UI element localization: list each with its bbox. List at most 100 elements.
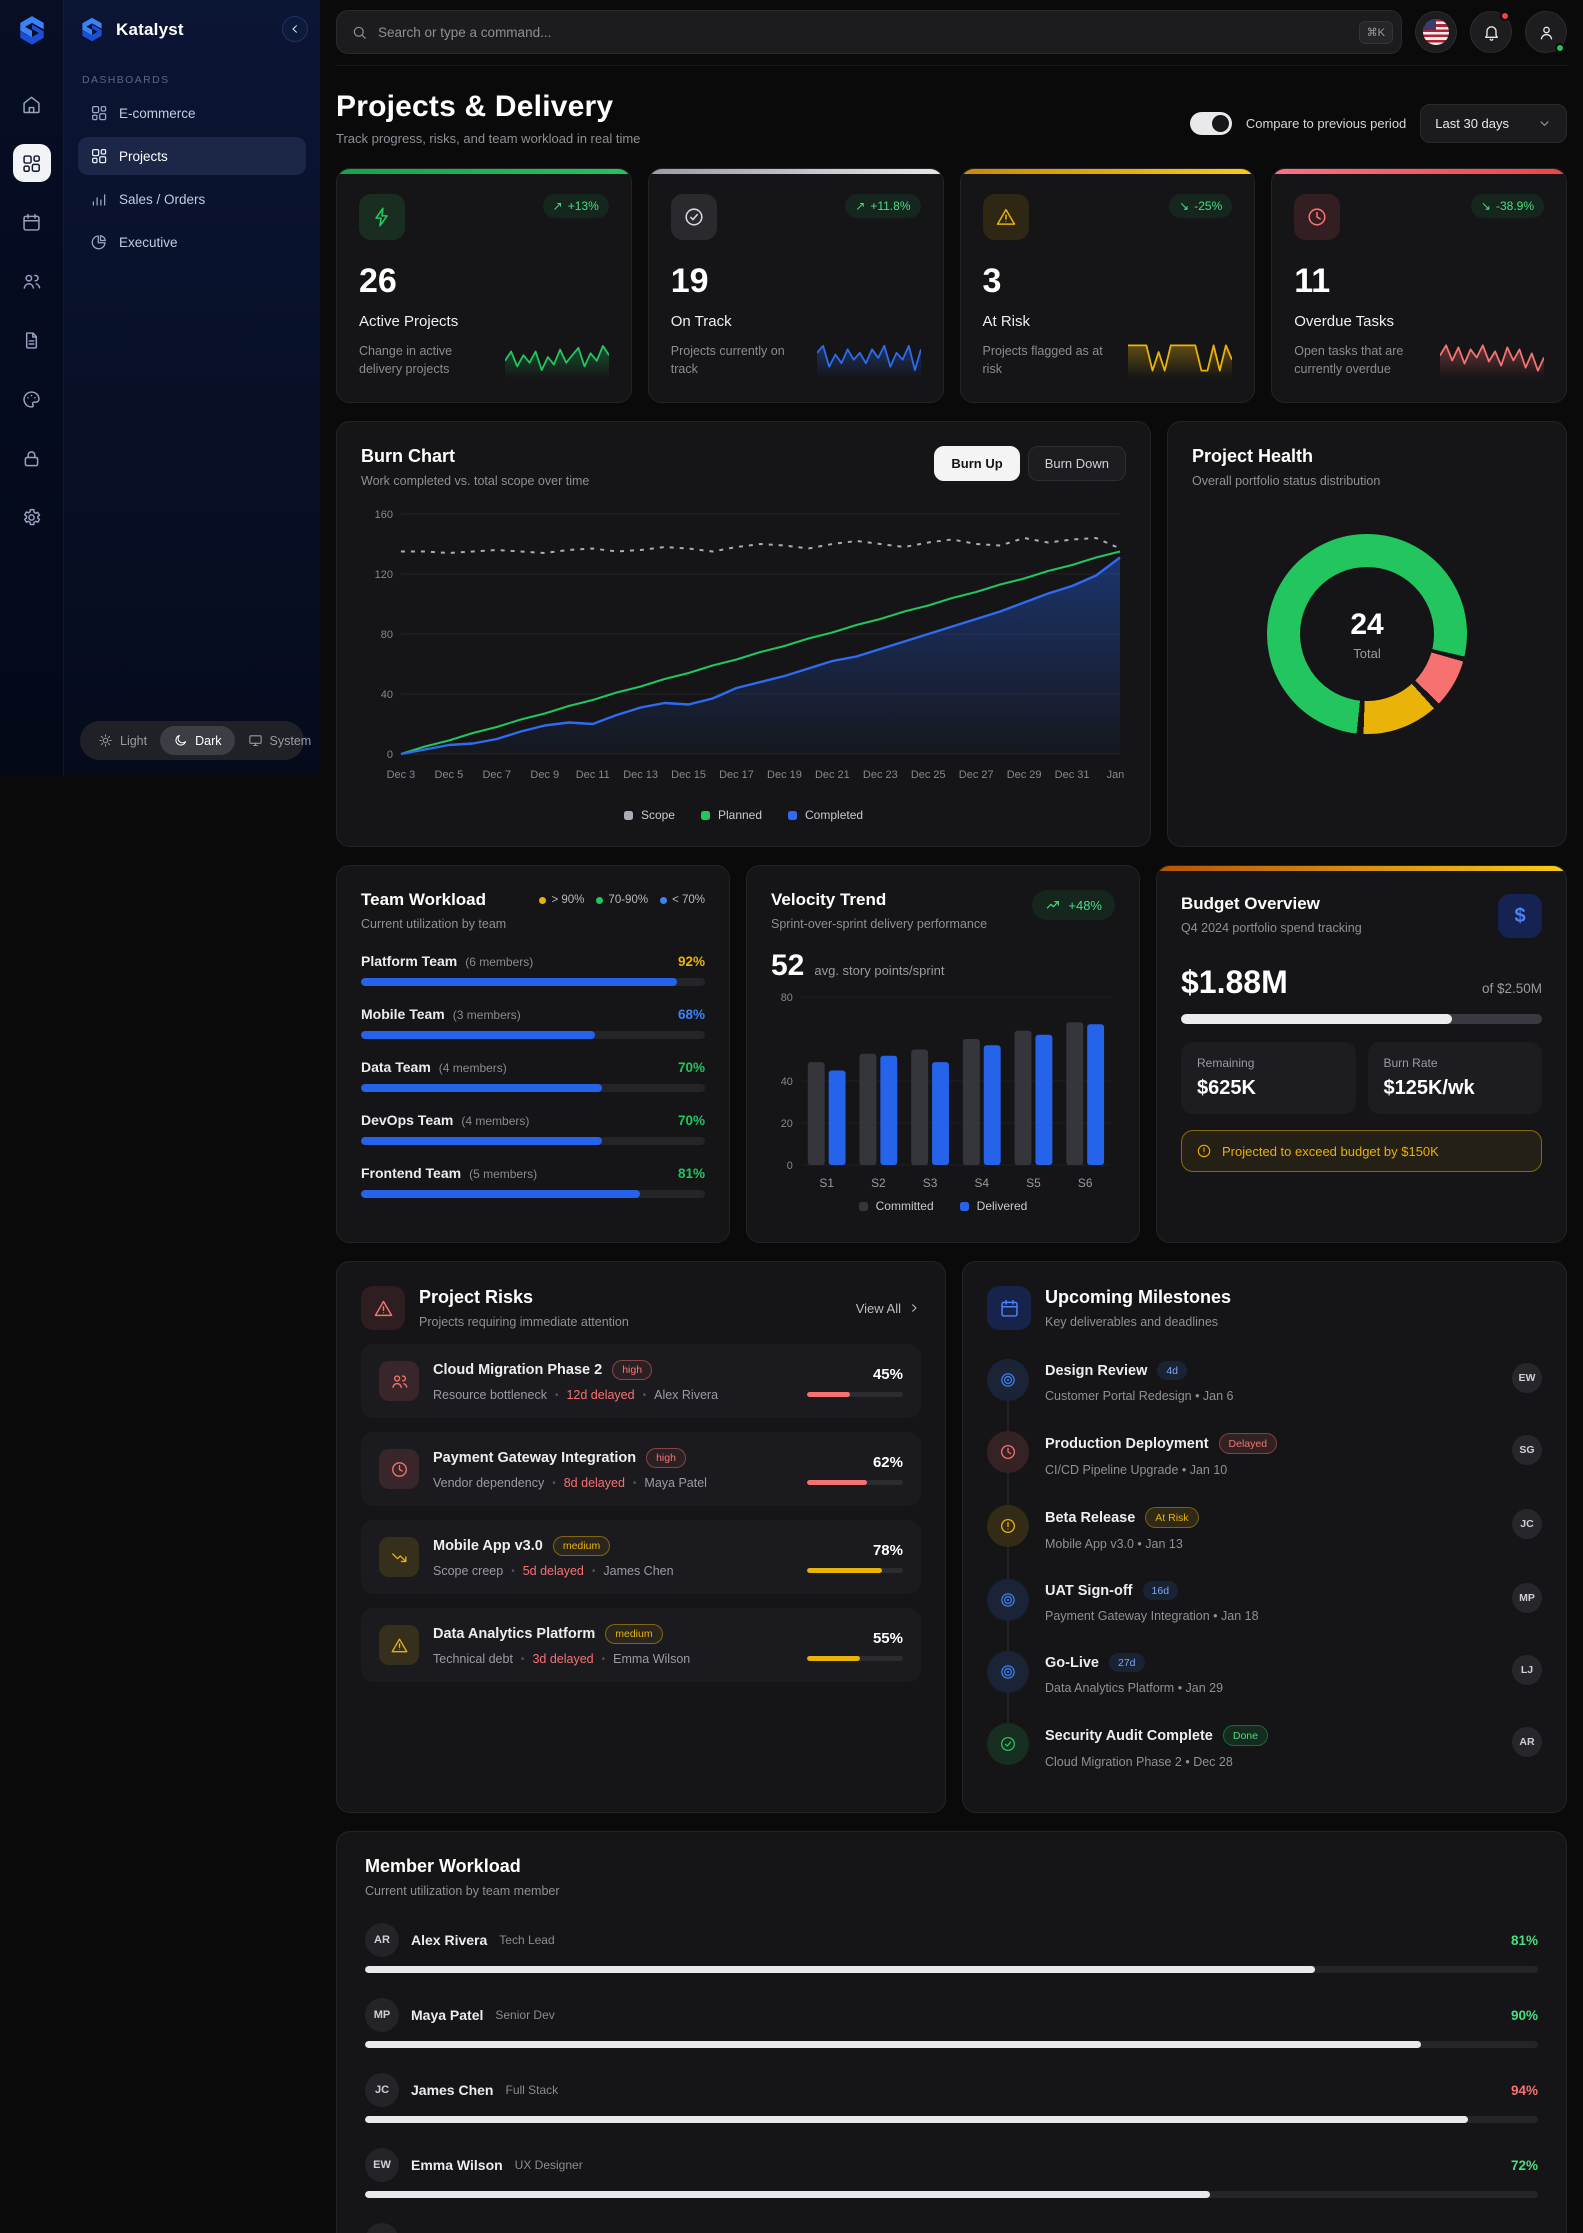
rail-theme-button[interactable] — [13, 380, 51, 418]
risk-progress-bar — [807, 1392, 903, 1397]
team-workload-row[interactable]: DevOps Team (4 members) 70% — [361, 1112, 705, 1145]
team-utilization-pct: 68% — [678, 1007, 705, 1022]
budget-overview-card: Budget Overview Q4 2024 portfolio spend … — [1156, 865, 1567, 1243]
milestone-detail: Customer Portal Redesign • Jan 6 — [1045, 1389, 1234, 1403]
project-risks-card: Project Risks Projects requiring immedia… — [336, 1261, 946, 1813]
search-bar[interactable]: ⌘K — [336, 10, 1402, 54]
notifications-button[interactable] — [1470, 11, 1512, 53]
risk-row[interactable]: Data Analytics Platform medium Technical… — [361, 1608, 921, 1682]
kpi-card-active-projects[interactable]: ↗+13% 26 Active Projects Change in activ… — [336, 168, 632, 403]
project-risks-subtitle: Projects requiring immediate attention — [419, 1315, 629, 1329]
burn-up-button[interactable]: Burn Up — [934, 446, 1019, 481]
team-workload-row[interactable]: Frontend Team (5 members) 81% — [361, 1165, 705, 1198]
kpi-value: 26 — [359, 262, 609, 301]
grid-icon — [90, 147, 108, 165]
target-icon — [987, 1651, 1029, 1693]
milestone-row[interactable]: Design Review 4d Customer Portal Redesig… — [987, 1350, 1542, 1422]
legend-item: Planned — [701, 808, 762, 822]
sidebar-nav: E-commerce Projects Sales / Orders Executiv… — [78, 94, 306, 261]
milestone-row[interactable]: Go-Live 27d Data Analytics Platform • Ja… — [987, 1642, 1542, 1714]
kpi-value: 11 — [1294, 262, 1544, 301]
member-workload-row[interactable]: AR Alex Rivera Tech Lead 81% — [365, 1923, 1538, 1973]
svg-text:80: 80 — [781, 992, 793, 1004]
kpi-card-overdue-tasks[interactable]: ↘-38.9% 11 Overdue Tasks Open tasks that… — [1271, 168, 1567, 403]
search-input[interactable] — [378, 25, 1349, 40]
milestone-badge: 16d — [1143, 1581, 1179, 1600]
rail-team-button[interactable] — [13, 262, 51, 300]
period-select[interactable]: Last 30 days — [1420, 104, 1567, 143]
clock-icon — [1294, 194, 1340, 240]
alert-circle-icon — [1196, 1143, 1212, 1159]
theme-light-button[interactable]: Light — [85, 726, 160, 755]
budget-warning-banner: Projected to exceed budget by $150K — [1181, 1130, 1542, 1172]
remaining-label: Remaining — [1197, 1056, 1340, 1070]
kpi-trend-badge: ↘-38.9% — [1471, 194, 1544, 218]
budget-subtitle: Q4 2024 portfolio spend tracking — [1181, 921, 1362, 935]
users-icon — [21, 271, 42, 292]
team-members-count: (3 members) — [453, 1008, 521, 1022]
sidebar-item-sales-orders[interactable]: Sales / Orders — [78, 180, 306, 218]
grid-icon — [90, 104, 108, 122]
compare-toggle[interactable] — [1190, 112, 1232, 135]
calendar-icon — [21, 212, 42, 233]
member-workload-row[interactable]: EW Emma Wilson UX Designer 72% — [365, 2148, 1538, 2198]
milestone-row[interactable]: Beta Release At Risk Mobile App v3.0 • J… — [987, 1496, 1542, 1570]
team-workload-row[interactable]: Data Team (4 members) 70% — [361, 1059, 705, 1092]
team-workload-legend: > 90%70-90%< 70% — [539, 894, 705, 906]
team-workload-row[interactable]: Mobile Team (3 members) 68% — [361, 1006, 705, 1039]
target-icon — [987, 1359, 1029, 1401]
rail-calendar-button[interactable] — [13, 203, 51, 241]
member-workload-row[interactable]: LJ Liam Johnson DevOps 87% — [365, 2223, 1538, 2233]
member-workload-row[interactable]: MP Maya Patel Senior Dev 90% — [365, 1998, 1538, 2048]
theme-system-button[interactable]: System — [235, 726, 325, 755]
svg-text:S1: S1 — [819, 1176, 834, 1190]
kpi-card-on-track[interactable]: ↗+11.8% 19 On Track Projects currently o… — [648, 168, 944, 403]
milestones-card: Upcoming Milestones Key deliverables and… — [962, 1261, 1567, 1813]
burn-rate-label: Burn Rate — [1384, 1056, 1527, 1070]
profile-button[interactable] — [1525, 11, 1567, 53]
chevron-right-icon — [907, 1301, 921, 1315]
kpi-sparkline — [1128, 338, 1232, 378]
sidebar-item-executive[interactable]: Executive — [78, 223, 306, 261]
sidebar-item-e-commerce[interactable]: E-commerce — [78, 94, 306, 132]
team-members-count: (6 members) — [465, 955, 533, 969]
language-button[interactable] — [1415, 11, 1457, 53]
kpi-card-at-risk[interactable]: ↘-25% 3 At Risk Projects flagged as at r… — [960, 168, 1256, 403]
risk-row[interactable]: Payment Gateway Integration high Vendor … — [361, 1432, 921, 1506]
team-workload-row[interactable]: Platform Team (6 members) 92% — [361, 953, 705, 986]
risk-row[interactable]: Mobile App v3.0 medium Scope creep • 5d … — [361, 1520, 921, 1594]
milestone-row[interactable]: UAT Sign-off 16d Payment Gateway Integra… — [987, 1570, 1542, 1642]
milestone-row[interactable]: Production Deployment Delayed CI/CD Pipe… — [987, 1422, 1542, 1496]
milestone-title: Go-Live — [1045, 1655, 1099, 1671]
member-utilization-bar — [365, 2116, 1538, 2123]
rail-settings-button[interactable] — [13, 498, 51, 536]
risk-progress-pct: 45% — [807, 1366, 903, 1383]
rail-documents-button[interactable] — [13, 321, 51, 359]
member-workload-row[interactable]: JC James Chen Full Stack 94% — [365, 2073, 1538, 2123]
member-role: Senior Dev — [495, 2008, 554, 2022]
milestone-row[interactable]: Security Audit Complete Done Cloud Migra… — [987, 1714, 1542, 1788]
avatar: MP — [1512, 1583, 1542, 1613]
theme-dark-label: Dark — [195, 734, 221, 748]
burn-down-button[interactable]: Burn Down — [1028, 446, 1126, 481]
sidebar-item-projects[interactable]: Projects — [78, 137, 306, 175]
donut-total-value: 24 — [1350, 608, 1383, 642]
rail-dashboards-button[interactable] — [13, 144, 51, 182]
sidebar-collapse-button[interactable] — [282, 16, 308, 42]
team-utilization-bar — [361, 978, 705, 986]
team-utilization-bar — [361, 1137, 705, 1145]
member-role: UX Designer — [515, 2158, 583, 2172]
rail-home-button[interactable] — [13, 85, 51, 123]
kpi-sparkline — [1440, 338, 1544, 378]
users-icon — [379, 1361, 419, 1401]
brand-logo-icon — [15, 14, 49, 48]
risk-row[interactable]: Cloud Migration Phase 2 high Resource bo… — [361, 1344, 921, 1418]
svg-text:Dec 15: Dec 15 — [671, 769, 706, 781]
theme-dark-button[interactable]: Dark — [160, 726, 234, 755]
team-utilization-pct: 70% — [678, 1060, 705, 1075]
rail-security-button[interactable] — [13, 439, 51, 477]
milestone-badge: 27d — [1109, 1653, 1145, 1672]
member-name: Emma Wilson — [411, 2157, 503, 2173]
view-all-link[interactable]: View All — [856, 1301, 921, 1316]
budget-progress-bar — [1181, 1014, 1542, 1024]
